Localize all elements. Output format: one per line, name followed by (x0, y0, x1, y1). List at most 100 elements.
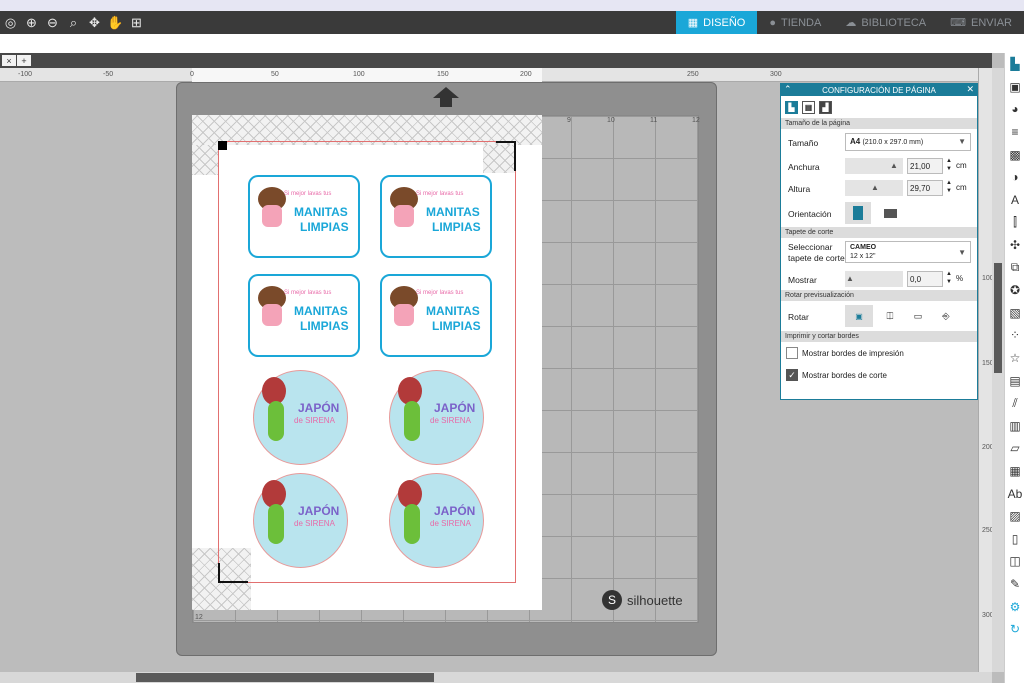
line-style-icon[interactable]: ≡ (1005, 121, 1024, 144)
fit-page-icon[interactable]: ⊞ (126, 13, 147, 33)
check-icon: ✓ (788, 370, 796, 380)
star-icon[interactable]: ☆ (1005, 347, 1024, 370)
sirena-line2: de SIRENA (430, 416, 471, 425)
top-toolbar: ◎ ⊕ ⊖ ⌕ ✥ ✋ ⊞ ▦ DISEÑO ● TIENDA ☁ BIBLIOTEC… (0, 11, 1024, 34)
show-unit: % (956, 274, 964, 283)
mermaid-illustration (262, 377, 292, 459)
manitas-line3: LIMPIAS (300, 220, 349, 234)
print-margin-left (192, 145, 218, 175)
document-icon[interactable]: ▯ (1005, 527, 1024, 550)
rotate-180-icon: ▭ (913, 310, 923, 321)
landscape-button[interactable] (877, 202, 903, 224)
zoom-in-icon[interactable]: ⊕ (21, 13, 42, 33)
app-icon[interactable]: ◎ (0, 13, 21, 33)
refresh-icon[interactable]: ↻ (1005, 618, 1024, 641)
orientation-row: Orientación (781, 199, 977, 227)
width-stepper[interactable]: ▲ ▼ (946, 157, 952, 173)
cut-borders-checkbox[interactable]: ✓ (786, 369, 798, 381)
height-field[interactable]: 29,70 (907, 180, 943, 196)
background-mode-icon[interactable]: ▟ (819, 100, 832, 114)
layers-icon[interactable]: ▤ (1005, 369, 1024, 392)
height-row: Altura ▲ 29,70 ▲ ▼ cm (781, 177, 977, 199)
ruler-label: 0 (190, 71, 194, 78)
library-icon[interactable]: ▥ (1005, 415, 1024, 438)
image-effects-icon[interactable]: ▨ (1005, 505, 1024, 528)
replicate-icon[interactable]: ⧉ (1005, 256, 1024, 279)
pixscan-icon[interactable]: ▣ (1005, 76, 1024, 99)
zoom-select-icon[interactable]: ⌕ (63, 13, 84, 33)
manitas-sticker[interactable]: Si mejor lavas tus MANITAS LIMPIAS (380, 274, 492, 357)
print-borders-checkbox[interactable] (786, 347, 798, 359)
sirena-line1: JAPÓN (434, 401, 476, 415)
width-slider[interactable]: ▲ (845, 158, 903, 174)
add-doc-tab-button[interactable]: + (17, 55, 31, 66)
size-select[interactable]: A4 (210.0 x 297.0 mm) ▼ (845, 133, 971, 151)
portrait-button[interactable] (845, 202, 871, 224)
trace-icon[interactable]: ⁘ (1005, 324, 1024, 347)
manitas-line1: Si mejor lavas tus (416, 191, 464, 197)
sirena-sticker[interactable]: JAPÓN de SIRENA (253, 473, 348, 568)
cut-borders-row: ✓ Mostrar bordes de corte (781, 364, 977, 386)
move-down-icon[interactable]: ✥ (84, 13, 105, 33)
mat-number: 12 (692, 117, 700, 124)
tab-diseno[interactable]: ▦ DISEÑO (675, 11, 758, 34)
inspector-icon[interactable]: ◫ (1005, 550, 1024, 573)
text-style-icon[interactable]: A (1005, 189, 1024, 212)
rotate-270-button[interactable]: ⎆ (935, 305, 957, 327)
fill-color-icon[interactable]: ◕ (1005, 98, 1024, 121)
horizontal-scroll-thumb[interactable] (136, 673, 434, 682)
landscape-icon (883, 208, 897, 218)
page-setup-icon[interactable]: ▙ (1005, 53, 1024, 76)
settings-icon[interactable]: ⚙ (1005, 595, 1024, 618)
collapse-icon[interactable]: ⌃ (784, 84, 792, 95)
height-slider[interactable]: ▲ (845, 180, 903, 196)
manitas-sticker[interactable]: Si mejor lavas tus MANITAS LIMPIAS (248, 274, 360, 357)
transparency-icon[interactable]: ◑ (1005, 166, 1024, 189)
grid-mode-icon[interactable]: ▦ (802, 100, 815, 114)
tab-enviar[interactable]: ⌨ ENVIAR (938, 11, 1024, 34)
width-unit: cm (956, 161, 967, 170)
show-field[interactable]: 0,0 (907, 271, 943, 287)
object-icon[interactable]: ▱ (1005, 437, 1024, 460)
tab-biblioteca[interactable]: ☁ BIBLIOTECA (833, 11, 938, 34)
color-edit-icon[interactable]: ✎ (1005, 573, 1024, 596)
modify-icon[interactable]: ✪ (1005, 279, 1024, 302)
rotate-180-button[interactable]: ▭ (907, 305, 929, 327)
transform-icon[interactable]: ✣ (1005, 234, 1024, 257)
table-icon[interactable]: ▦ (1005, 460, 1024, 483)
print-borders-label: Mostrar bordes de impresión (802, 349, 904, 358)
show-slider[interactable]: ▲ (845, 271, 903, 287)
manitas-sticker[interactable]: Si mejor lavas tus MANITAS LIMPIAS (380, 175, 492, 258)
tab-tienda[interactable]: ● TIENDA (757, 11, 833, 34)
size-dims: (210.0 x 297.0 mm) (862, 139, 924, 146)
hand-icon[interactable]: ✋ (105, 13, 126, 33)
page-mode-icon[interactable]: ▙ (785, 100, 798, 114)
width-label: Anchura (788, 162, 820, 172)
rotate-90-icon: ⎅ (886, 310, 894, 321)
sirena-sticker[interactable]: JAPÓN de SIRENA (389, 473, 484, 568)
rotate-0-button[interactable]: ▣ (845, 305, 873, 327)
show-stepper[interactable]: ▲ ▼ (946, 270, 952, 286)
close-doc-tab-button[interactable]: × (2, 55, 16, 66)
manitas-sticker[interactable]: Si mejor lavas tus MANITAS LIMPIAS (248, 175, 360, 258)
show-row: Mostrar ▲ 0,0 ▲ ▼ % (781, 268, 977, 290)
font-icon[interactable]: Ab (1005, 482, 1024, 505)
panel-header: ⌃ CONFIGURACIÓN DE PÁGINA ✕ (781, 84, 977, 96)
manitas-line1: Si mejor lavas tus (284, 290, 332, 296)
sirena-sticker[interactable]: JAPÓN de SIRENA (253, 370, 348, 465)
vertical-scroll-thumb[interactable] (994, 263, 1002, 373)
close-icon[interactable]: ✕ (966, 84, 974, 95)
zoom-out-icon[interactable]: ⊖ (42, 13, 63, 33)
mat-select[interactable]: CAMEO 12 x 12" ▼ (845, 241, 971, 263)
sirena-line2: de SIRENA (430, 519, 471, 528)
align-icon[interactable]: ⫿ (1005, 211, 1024, 234)
fill-pattern-icon[interactable]: ▩ (1005, 143, 1024, 166)
width-field[interactable]: 21,00 (907, 158, 943, 174)
sirena-sticker[interactable]: JAPÓN de SIRENA (389, 370, 484, 465)
height-stepper[interactable]: ▲ ▼ (946, 179, 952, 195)
offset-icon[interactable]: ▧ (1005, 302, 1024, 325)
sketch-icon[interactable]: ⫽ (1005, 392, 1024, 415)
mat-label-1: Seleccionar (788, 242, 833, 252)
rotate-90-button[interactable]: ⎅ (879, 305, 901, 327)
ruler-label: 50 (271, 71, 279, 78)
